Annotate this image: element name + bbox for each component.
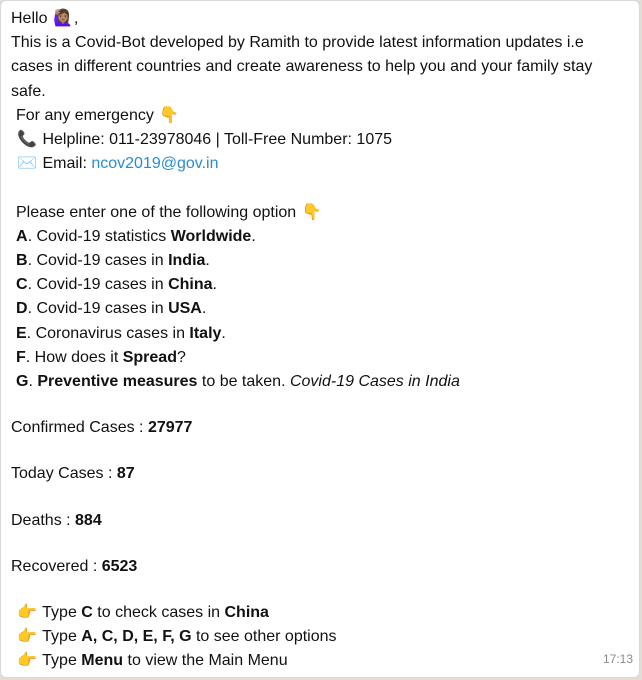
hint-line-options: 👉 Type A, C, D, E, F, G to see other opt… xyxy=(11,625,629,649)
option-bold: Spread xyxy=(122,348,177,366)
option-bold: China xyxy=(168,276,213,294)
india-cases-title: Covid-19 Cases in India xyxy=(289,373,460,391)
option-text: . xyxy=(28,373,38,391)
message-timestamp: 17:13 xyxy=(602,651,633,666)
chat-message-bubble: Hello 🙋🏽‍♀️, This is a Covid-Bot develop… xyxy=(0,0,640,678)
telephone-icon: 📞 xyxy=(17,131,37,149)
option-text: . Covid-19 cases in xyxy=(27,300,169,318)
greeting-line: Hello 🙋🏽‍♀️, xyxy=(11,7,629,31)
hint-text: to see other options xyxy=(191,628,337,646)
pointing-down-icon: 👇 xyxy=(159,106,180,124)
intro-text: This is a Covid-Bot developed by Ramith … xyxy=(11,34,593,100)
hint-text: Type xyxy=(38,604,82,622)
option-text: . How does it xyxy=(25,348,123,366)
option-bold: Preventive measures xyxy=(37,373,198,391)
hint-text: to check cases in xyxy=(92,604,225,622)
option-f: F. How does it Spread? xyxy=(11,346,629,370)
option-key: C xyxy=(16,276,28,294)
option-key: D xyxy=(16,300,28,318)
option-bold: India xyxy=(168,252,206,270)
option-a: A. Covid-19 statistics Worldwide. xyxy=(11,225,629,249)
option-suffix: ? xyxy=(176,348,186,366)
emergency-text: For any emergency xyxy=(16,106,154,124)
raising-hand-emoji-icon: 🙋🏽‍♀️ xyxy=(52,10,73,27)
option-key: A xyxy=(16,227,28,245)
emergency-line: For any emergency 👇 xyxy=(11,104,629,128)
confirmed-cases-value: 27977 xyxy=(147,419,193,437)
today-cases-value: 87 xyxy=(116,465,135,483)
hint-text: Type xyxy=(38,652,82,670)
options-prompt-text: Please enter one of the following option xyxy=(16,203,297,221)
option-key: G xyxy=(16,373,29,391)
option-c: C. Covid-19 cases in China. xyxy=(11,273,629,297)
hint-text: to view the Main Menu xyxy=(123,652,288,670)
hint-text: Type xyxy=(38,628,82,646)
email-line: ✉️ Email: ncov2019@gov.in xyxy=(11,152,629,176)
option-suffix: to be taken. xyxy=(197,373,290,391)
option-bold: USA xyxy=(168,300,202,318)
hint-key: A, C, D, E, F, G xyxy=(81,628,192,646)
hint-country: China xyxy=(224,604,269,622)
option-suffix: . xyxy=(212,276,217,294)
envelope-icon: ✉️ xyxy=(17,155,37,173)
option-text: . Coronavirus cases in xyxy=(26,324,190,342)
stat-label: Today Cases : xyxy=(11,465,117,483)
pointing-right-icon: 👉 xyxy=(17,628,37,646)
recovered-value: 6523 xyxy=(101,557,138,575)
helpline-line: 📞 Helpline: 011-23978046 | Toll-Free Num… xyxy=(11,128,629,152)
hint-line-menu: 👉 Type Menu to view the Main Menu xyxy=(11,649,629,673)
option-d: D. Covid-19 cases in USA. xyxy=(11,297,629,321)
option-key: E xyxy=(16,324,27,342)
stat-label: Confirmed Cases : xyxy=(11,419,148,437)
option-b: B. Covid-19 cases in India. xyxy=(11,249,629,273)
stat-label: Deaths : xyxy=(11,511,76,529)
option-g: G. Preventive measures to be taken. Covi… xyxy=(11,370,629,394)
deaths-line: Deaths : 884 xyxy=(11,509,629,533)
option-text: . Covid-19 statistics xyxy=(27,227,171,245)
hint-key: C xyxy=(81,604,93,622)
option-suffix: . xyxy=(205,252,210,270)
option-text: . Covid-19 cases in xyxy=(27,276,169,294)
recovered-line: Recovered : 6523 xyxy=(11,555,629,579)
hint-line-china: 👉 Type C to check cases in China xyxy=(11,601,629,625)
option-e: E. Coronavirus cases in Italy. xyxy=(11,322,629,346)
greeting-text: Hello xyxy=(11,10,48,27)
helpline-text: Helpline: 011-23978046 | Toll-Free Numbe… xyxy=(42,131,393,149)
option-bold: Worldwide xyxy=(170,227,252,245)
today-cases-line: Today Cases : 87 xyxy=(11,462,629,486)
hint-key: Menu xyxy=(81,652,124,670)
option-key: B xyxy=(16,252,28,270)
greeting-comma: , xyxy=(73,10,79,27)
option-key: F xyxy=(16,348,26,366)
option-suffix: . xyxy=(201,300,207,318)
option-text: . Covid-19 cases in xyxy=(27,252,169,270)
stat-label: Recovered : xyxy=(11,557,102,575)
options-prompt-line: Please enter one of the following option… xyxy=(11,201,629,225)
email-label: Email: xyxy=(42,155,87,173)
option-suffix: . xyxy=(251,227,256,245)
deaths-value: 884 xyxy=(75,511,102,529)
pointing-down-icon: 👇 xyxy=(301,203,322,221)
email-link[interactable]: ncov2019@gov.in xyxy=(91,155,218,172)
confirmed-cases-line: Confirmed Cases : 27977 xyxy=(11,416,629,440)
option-suffix: . xyxy=(221,324,226,342)
option-bold: Italy xyxy=(189,324,222,342)
pointing-right-icon: 👉 xyxy=(17,652,37,670)
pointing-right-icon: 👉 xyxy=(17,604,37,622)
